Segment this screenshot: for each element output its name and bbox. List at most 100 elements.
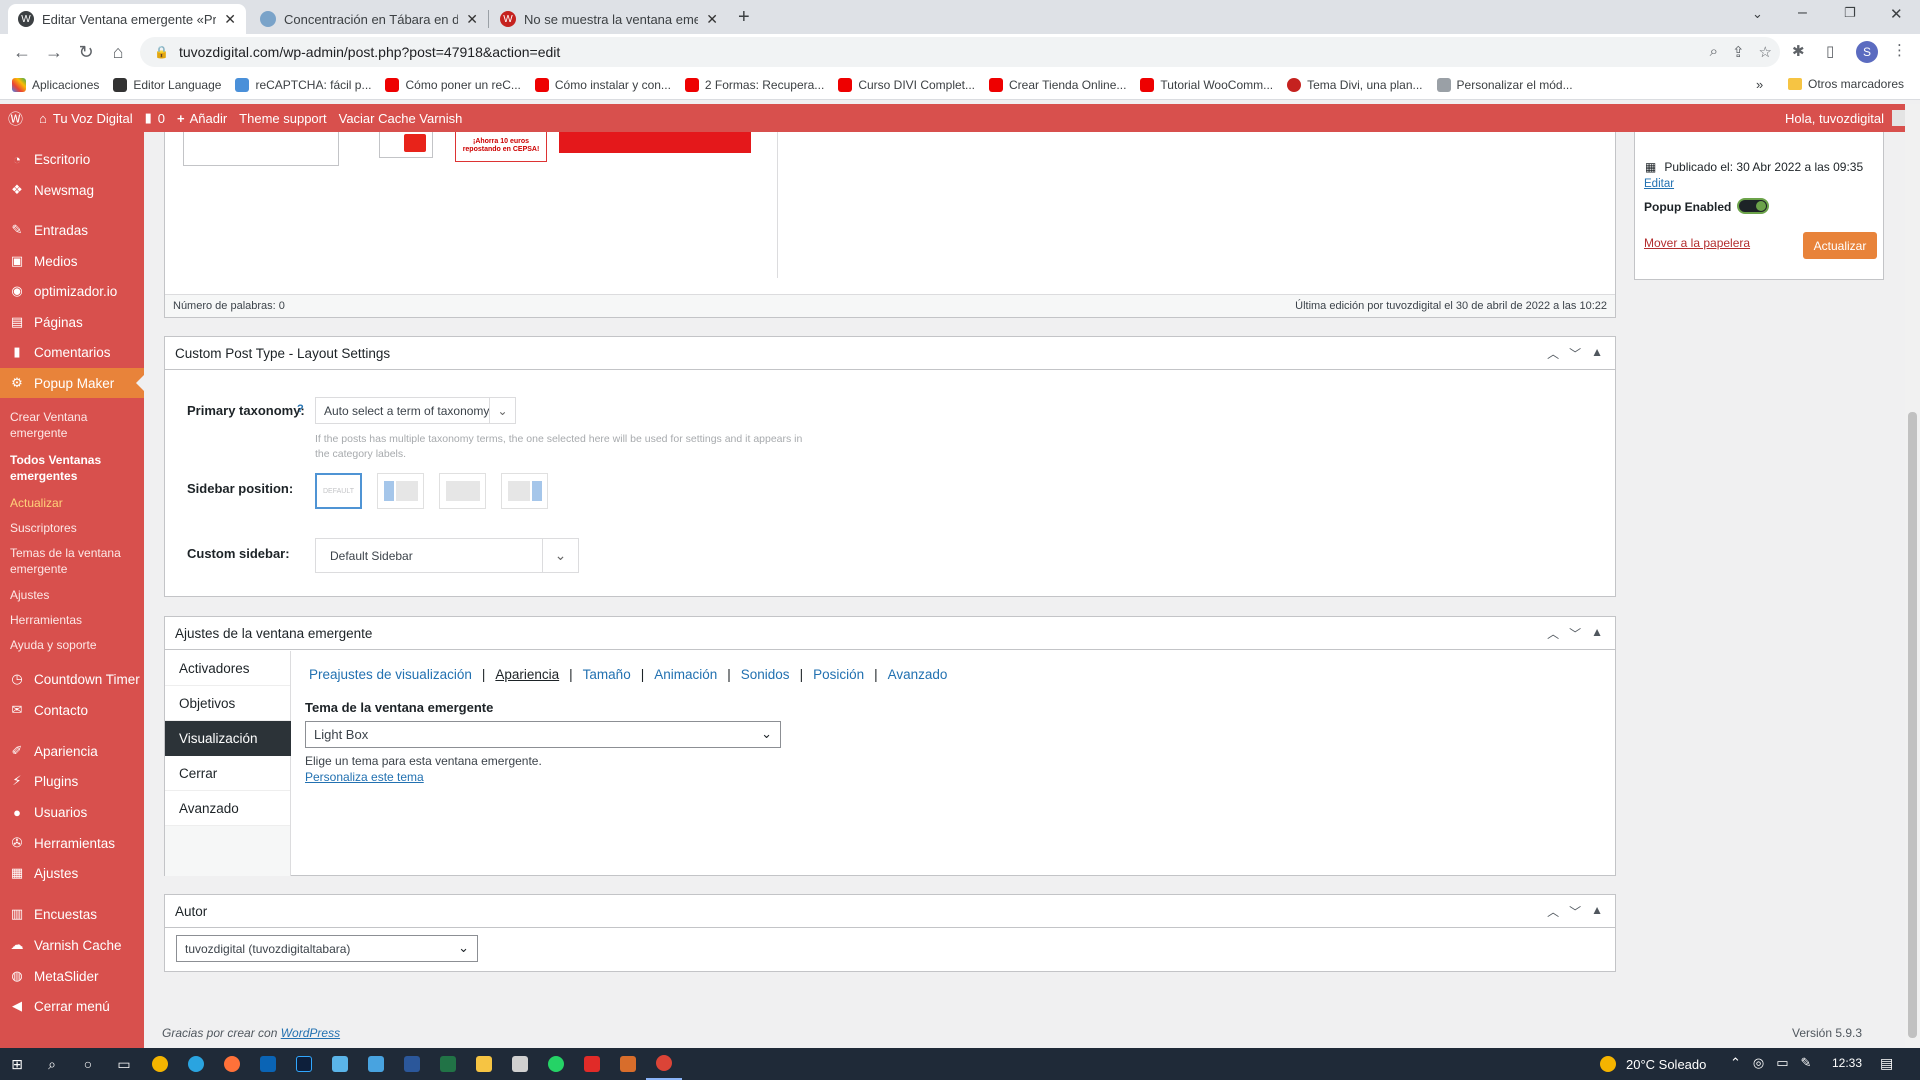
theme-select[interactable]: Light Box ⌄ xyxy=(305,721,781,748)
browser-tab-3[interactable]: W No se muestra la ventana emerg ✕ xyxy=(490,4,728,34)
tab-activadores[interactable]: Activadores xyxy=(165,651,290,686)
subtab-avanzado[interactable]: Avanzado xyxy=(888,667,948,682)
sidebar-item-varnish[interactable]: ☁ Varnish Cache xyxy=(0,932,144,958)
sidebar-item-escritorio[interactable]: ◔ Escritorio xyxy=(0,146,144,172)
scrollbar-thumb[interactable] xyxy=(1908,412,1917,1038)
app-icon[interactable] xyxy=(610,1048,646,1080)
user-greeting[interactable]: Hola, tuvozdigital xyxy=(1785,110,1908,126)
browser-tab-2[interactable]: Concentración en Tábara en defe ✕ xyxy=(250,4,488,34)
bookmark[interactable]: Tutorial WooComm... xyxy=(1140,77,1273,92)
sidebar-item-paginas[interactable]: ▤ Páginas xyxy=(0,309,144,335)
sidebar-item-medios[interactable]: ▣ Medios xyxy=(0,248,144,274)
side-panel-icon[interactable]: ▯ xyxy=(1826,42,1834,60)
sidebar-position-left[interactable] xyxy=(377,473,424,509)
subtab-preajustes[interactable]: Preajustes de visualización xyxy=(309,667,472,682)
sidebar-position-none[interactable] xyxy=(439,473,486,509)
more-bookmarks-icon[interactable]: » xyxy=(1756,77,1763,92)
sidebar-item-countdown[interactable]: ◷ Countdown Timer xyxy=(0,666,144,692)
move-down-icon[interactable]: ﹀ xyxy=(1569,345,1581,362)
sidebar-collapse[interactable]: ◀ Cerrar menú xyxy=(0,993,144,1019)
notifications-icon[interactable]: ▤ xyxy=(1880,1055,1893,1072)
add-new-link[interactable]: + Añadir xyxy=(177,111,227,126)
update-button[interactable]: Actualizar xyxy=(1803,232,1877,259)
excel-icon[interactable] xyxy=(430,1048,466,1080)
wordpress-link[interactable]: WordPress xyxy=(281,1026,340,1040)
other-bookmarks[interactable]: Otros marcadores xyxy=(1788,77,1904,91)
sidebar-item-ajustes[interactable]: ▦ Ajustes xyxy=(0,860,144,886)
tab-cerrar[interactable]: Cerrar xyxy=(165,756,290,791)
computer-icon[interactable] xyxy=(358,1048,394,1080)
subtab-sonidos[interactable]: Sonidos xyxy=(741,667,790,682)
back-icon[interactable]: ← xyxy=(6,36,38,68)
close-tab-icon[interactable]: ✕ xyxy=(706,11,718,28)
page-scrollbar[interactable] xyxy=(1905,104,1920,1048)
close-tab-icon[interactable]: ✕ xyxy=(224,11,236,28)
theme-support-link[interactable]: Theme support xyxy=(239,111,326,126)
sidebar-position-right[interactable] xyxy=(501,473,548,509)
reload-icon[interactable]: ↻ xyxy=(70,36,102,68)
move-up-icon[interactable]: ︿ xyxy=(1547,345,1559,362)
author-select[interactable]: tuvozdigital (tuvozdigitaltabara) ⌄ xyxy=(176,935,478,962)
bookmark[interactable]: Tema Divi, una plan... xyxy=(1287,77,1423,92)
chevron-up-icon[interactable]: ⌃ xyxy=(1730,1055,1741,1071)
network-icon[interactable]: ▭ xyxy=(1776,1055,1788,1071)
forward-icon[interactable]: → xyxy=(38,36,70,68)
outlook-icon[interactable] xyxy=(250,1048,286,1080)
varnish-link[interactable]: Vaciar Cache Varnish xyxy=(339,111,463,126)
tab-search-icon[interactable]: ⌄ xyxy=(1752,6,1763,22)
tab-avanzado[interactable]: Avanzado xyxy=(165,791,290,826)
menu-icon[interactable]: ⋮ xyxy=(1892,41,1907,59)
sidebar-item-metaslider[interactable]: ◍ MetaSlider xyxy=(0,963,144,989)
comments-link[interactable]: ▮ 0 xyxy=(145,110,165,126)
bookmark[interactable]: Curso DIVI Complet... xyxy=(838,77,975,92)
close-window-icon[interactable]: ✕ xyxy=(1890,5,1903,23)
camera-icon[interactable]: ◎ xyxy=(1753,1055,1764,1071)
sidebar-sub-ayuda[interactable]: Ayuda y soporte xyxy=(10,637,140,653)
clock[interactable]: 12:33 xyxy=(1832,1056,1862,1070)
sidebar-item-contacto[interactable]: ✉ Contacto xyxy=(0,697,144,723)
home-icon[interactable]: ⌂ xyxy=(102,36,134,68)
chrome-active-icon[interactable] xyxy=(646,1048,682,1080)
share-icon[interactable]: ⇪ xyxy=(1732,43,1745,61)
sidebar-sub-suscriptores[interactable]: Suscriptores xyxy=(10,520,140,536)
site-name[interactable]: ⌂ Tu Voz Digital xyxy=(39,111,133,126)
sidebar-item-comentarios[interactable]: ▮ Comentarios xyxy=(0,339,144,365)
tab-objetivos[interactable]: Objetivos xyxy=(165,686,290,721)
move-up-icon[interactable]: ︿ xyxy=(1547,903,1559,920)
sidebar-sub-actualizar[interactable]: Actualizar xyxy=(10,495,140,511)
search-icon[interactable]: ⌕ xyxy=(34,1048,70,1080)
extensions-icon[interactable]: ✱ xyxy=(1792,42,1805,60)
bookmark[interactable]: Editor Language xyxy=(113,77,221,92)
collapse-icon[interactable]: ▲ xyxy=(1591,625,1603,642)
bookmark[interactable]: Personalizar el mód... xyxy=(1436,77,1573,92)
sidebar-item-newsmag[interactable]: ❖ Newsmag xyxy=(0,177,144,203)
sidebar-item-popup-maker[interactable]: ⚙ Popup Maker xyxy=(0,368,144,398)
sidebar-sub-temas[interactable]: Temas de la ventana emergente xyxy=(10,545,140,577)
sidebar-item-encuestas[interactable]: ▥ Encuestas xyxy=(0,901,144,927)
customize-theme-link[interactable]: Personaliza este tema xyxy=(305,770,424,784)
sidebar-sub-herramientas[interactable]: Herramientas xyxy=(10,612,140,628)
subtab-posicion[interactable]: Posición xyxy=(813,667,864,682)
chrome-icon[interactable] xyxy=(142,1048,178,1080)
popup-enabled-toggle[interactable] xyxy=(1737,198,1769,214)
photoshop-icon[interactable] xyxy=(286,1048,322,1080)
file-explorer-icon[interactable] xyxy=(466,1048,502,1080)
subtab-apariencia[interactable]: Apariencia xyxy=(495,667,559,682)
sidebar-sub-todos[interactable]: Todos Ventanas emergentes xyxy=(10,452,140,484)
bookmark[interactable]: 2 Formas: Recupera... xyxy=(684,77,824,92)
sidebar-sub-crear[interactable]: Crear Ventana emergente xyxy=(10,409,140,441)
sidebar-sub-ajustes[interactable]: Ajustes xyxy=(10,587,140,603)
subtab-tamano[interactable]: Tamaño xyxy=(583,667,631,682)
help-icon[interactable]: ? xyxy=(297,403,304,415)
zoom-icon[interactable]: ⌕ xyxy=(1710,43,1718,61)
restore-icon[interactable]: ❐ xyxy=(1844,5,1856,21)
bookmark[interactable]: reCAPTCHA: fácil p... xyxy=(235,77,371,92)
task-view-icon[interactable]: ▭ xyxy=(106,1048,142,1080)
move-down-icon[interactable]: ﹀ xyxy=(1569,903,1581,920)
move-up-icon[interactable]: ︿ xyxy=(1547,625,1559,642)
bookmark[interactable]: Cómo instalar y con... xyxy=(534,77,671,92)
sidebar-item-usuarios[interactable]: ● Usuarios xyxy=(0,799,144,825)
acrobat-icon[interactable] xyxy=(574,1048,610,1080)
sidebar-item-apariencia[interactable]: ✐ Apariencia xyxy=(0,738,144,764)
custom-sidebar-select[interactable]: Default Sidebar ⌄ xyxy=(315,538,579,573)
